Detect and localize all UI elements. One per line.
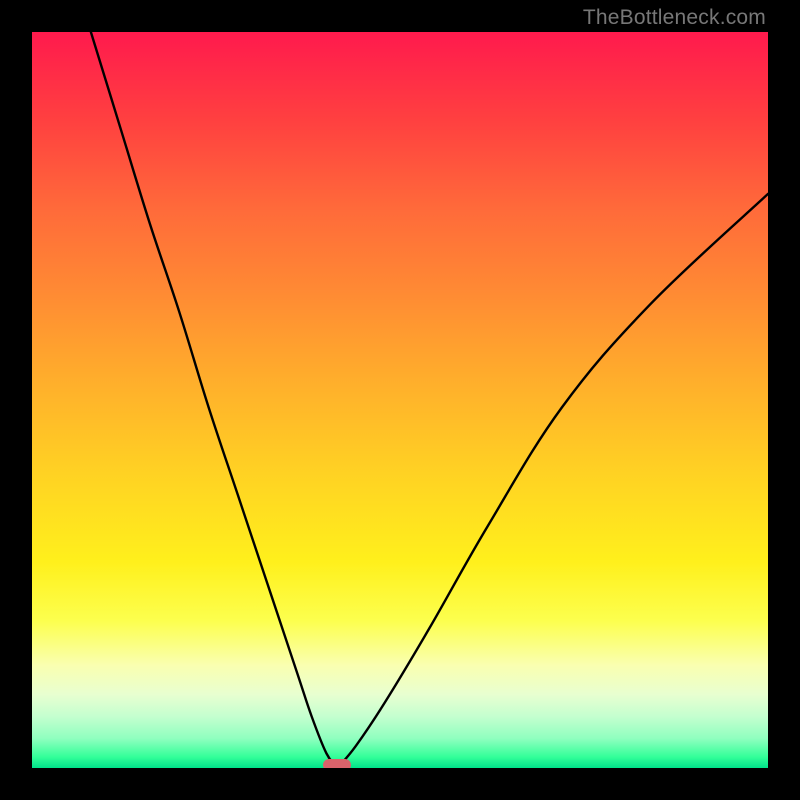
curve-left-branch [91,32,338,768]
watermark-label: TheBottleneck.com [583,6,766,30]
chart-frame: TheBottleneck.com [0,0,800,800]
plot-area [32,32,768,768]
optimal-marker [323,759,351,768]
curve-right-branch [337,194,768,768]
bottleneck-curve [32,32,768,768]
